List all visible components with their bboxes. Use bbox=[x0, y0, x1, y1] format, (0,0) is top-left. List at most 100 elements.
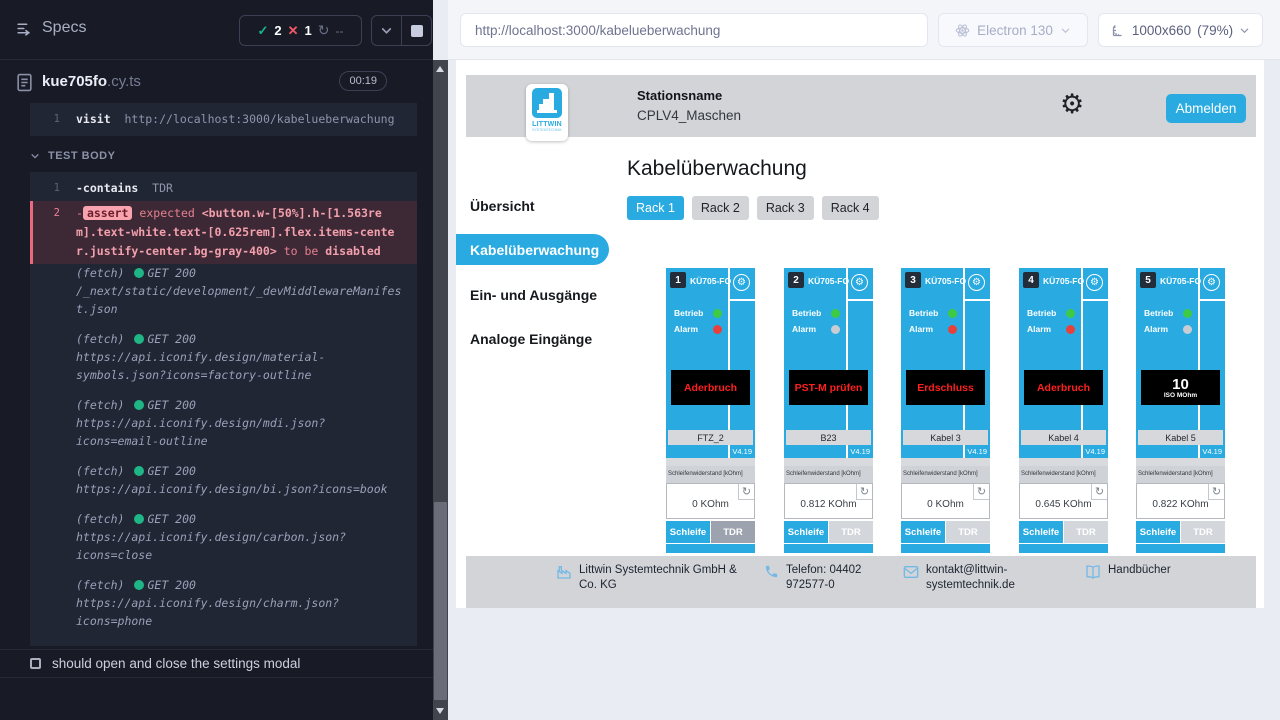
passed-icon: ✓ bbox=[257, 23, 268, 39]
specs-button[interactable]: Specs bbox=[16, 19, 86, 37]
betrieb-led bbox=[713, 309, 722, 318]
fetch-log-row[interactable]: (fetch)GET 200https://api.iconify.design… bbox=[30, 510, 417, 564]
refresh-icon[interactable]: ↻ bbox=[973, 484, 989, 500]
module-gear-icon[interactable]: ⚙ bbox=[1086, 274, 1103, 291]
module-number: 5 bbox=[1140, 272, 1156, 288]
phone-icon bbox=[764, 564, 779, 579]
runner-topbar: http://localhost:3000/kabelueberwachung … bbox=[448, 0, 1280, 60]
test-body-section[interactable]: TEST BODY bbox=[30, 150, 433, 162]
command-visit[interactable]: 1 visit http://localhost:3000/kabelueber… bbox=[30, 107, 417, 132]
logout-button[interactable]: Abmelden bbox=[1166, 94, 1246, 123]
footer-manuals[interactable]: Handbücher bbox=[1085, 563, 1171, 580]
tab-rack-1[interactable]: Rack 1 bbox=[627, 196, 684, 220]
sidebar-item-ein-und-ausgaenge[interactable]: Ein- und Ausgänge bbox=[470, 287, 597, 303]
module-gear-icon[interactable]: ⚙ bbox=[851, 274, 868, 291]
scrollbar-thumb[interactable] bbox=[434, 502, 447, 700]
resistance-value: 0 KOhm bbox=[902, 499, 989, 510]
viewport-size-label: 1000x660 bbox=[1132, 23, 1191, 38]
sidebar-item-analoge-eingaenge[interactable]: Analoge Eingänge bbox=[470, 331, 592, 347]
alarm-display: PST-M prüfen bbox=[789, 370, 868, 405]
fetch-log-row[interactable]: (fetch)GET 200https://api.iconify.design… bbox=[30, 396, 417, 450]
collapse-button[interactable] bbox=[372, 16, 401, 45]
status-dot-icon bbox=[134, 268, 144, 278]
status-dot-icon bbox=[134, 466, 144, 476]
firmware-version: V4.19 bbox=[1202, 447, 1222, 456]
stop-button[interactable] bbox=[401, 16, 431, 45]
tdr-button[interactable]: TDR bbox=[829, 521, 873, 543]
tdr-button[interactable]: TDR bbox=[1064, 521, 1108, 543]
pending-icon: ↻ bbox=[318, 22, 330, 39]
footer-company: Littwin Systemtechnik GmbH & Co. KG bbox=[556, 563, 746, 593]
tdr-button[interactable]: TDR bbox=[946, 521, 990, 543]
fetch-log-row[interactable]: (fetch)GET 200/_next/static/development/… bbox=[30, 264, 417, 318]
module-card-4: 4 KÜ705-FO ⚙ Betrieb Alarm Aderbruch Kab… bbox=[1019, 268, 1108, 553]
cable-name: B23 bbox=[786, 430, 871, 445]
station-name: CPLV4_Maschen bbox=[637, 108, 741, 123]
resistance-readout: ↻ 0 KOhm bbox=[901, 483, 990, 519]
pending-test-row[interactable]: should open and close the settings modal bbox=[0, 649, 433, 678]
schleife-button[interactable]: Schleife bbox=[901, 521, 945, 543]
module-title: KÜ705-FO bbox=[1160, 276, 1201, 286]
fetch-url: https://api.iconify.design/carbon.json?i… bbox=[76, 530, 346, 562]
status-dot-icon bbox=[134, 514, 144, 524]
spec-row[interactable]: kue705fo.cy.ts 00:19 bbox=[0, 60, 433, 103]
tab-rack-4[interactable]: Rack 4 bbox=[822, 196, 879, 220]
tdr-button[interactable]: TDR bbox=[711, 521, 755, 543]
refresh-icon[interactable]: ↻ bbox=[1091, 484, 1107, 500]
assert-message: -assert expected <button.w-[50%].h-[1.56… bbox=[76, 204, 402, 261]
module-card-2: 2 KÜ705-FO ⚙ Betrieb Alarm PST-M prüfen … bbox=[784, 268, 873, 553]
schleife-button[interactable]: Schleife bbox=[666, 521, 710, 543]
refresh-icon[interactable]: ↻ bbox=[1208, 484, 1224, 500]
module-gear-icon[interactable]: ⚙ bbox=[733, 274, 750, 291]
fetch-status: GET 200 bbox=[147, 512, 195, 526]
sidebar-item-uebersicht[interactable]: Übersicht bbox=[470, 198, 535, 214]
chevron-down-icon bbox=[380, 24, 393, 37]
footer-email[interactable]: kontakt@littwin-systemtechnik.de bbox=[903, 563, 1043, 593]
module-gear-icon[interactable]: ⚙ bbox=[1203, 274, 1220, 291]
fetch-url: https://api.iconify.design/mdi.json?icon… bbox=[76, 416, 325, 448]
alarm-display: Aderbruch bbox=[1024, 370, 1103, 405]
refresh-icon[interactable]: ↻ bbox=[738, 484, 754, 500]
rack-tabs: Rack 1 Rack 2 Rack 3 Rack 4 bbox=[627, 196, 879, 220]
betrieb-label: Betrieb bbox=[674, 308, 703, 318]
scroll-up-icon[interactable] bbox=[436, 66, 444, 72]
status-dot-icon bbox=[134, 580, 144, 590]
command-contains[interactable]: 1 -contains TDR bbox=[30, 176, 417, 201]
firmware-version: V4.19 bbox=[732, 447, 752, 456]
tdr-button[interactable]: TDR bbox=[1181, 521, 1225, 543]
reporter-scrollbar[interactable] bbox=[433, 60, 448, 720]
cable-name: FTZ_2 bbox=[668, 430, 753, 445]
email-icon bbox=[903, 564, 919, 580]
scroll-down-icon[interactable] bbox=[436, 708, 444, 714]
fetch-log-row[interactable]: (fetch)GET 200https://api.iconify.design… bbox=[30, 462, 417, 498]
assert-expected: expected bbox=[139, 206, 194, 220]
resistance-value: 0.822 KOhm bbox=[1137, 499, 1224, 510]
alarm-led bbox=[713, 325, 722, 334]
command-group-before: 1 visit http://localhost:3000/kabelueber… bbox=[30, 103, 417, 136]
module-gear-icon[interactable]: ⚙ bbox=[968, 274, 985, 291]
app-header: Stationsname CPLV4_Maschen ⚙ Abmelden bbox=[466, 75, 1256, 137]
tab-rack-2[interactable]: Rack 2 bbox=[692, 196, 749, 220]
sidebar-item-kabelueberwachung[interactable]: Kabelüberwachung bbox=[456, 234, 609, 265]
browser-select[interactable]: Electron 130 bbox=[938, 13, 1088, 47]
module-front: 3 KÜ705-FO ⚙ Betrieb Alarm Erdschluss Ka… bbox=[901, 268, 990, 458]
schleife-button[interactable]: Schleife bbox=[1136, 521, 1180, 543]
passed-count: 2 bbox=[274, 23, 281, 38]
tab-rack-3[interactable]: Rack 3 bbox=[757, 196, 814, 220]
command-assert-failed[interactable]: 2 -assert expected <button.w-[50%].h-[1.… bbox=[30, 201, 417, 264]
schleife-button[interactable]: Schleife bbox=[784, 521, 828, 543]
module-front: 4 KÜ705-FO ⚙ Betrieb Alarm Aderbruch Kab… bbox=[1019, 268, 1108, 458]
settings-gear-icon[interactable]: ⚙ bbox=[1060, 91, 1084, 118]
module-number: 2 bbox=[788, 272, 804, 288]
viewport-select[interactable]: 1000x660 (79%) bbox=[1098, 13, 1263, 47]
url-bar[interactable]: http://localhost:3000/kabelueberwachung bbox=[460, 13, 928, 47]
fetch-log-row[interactable]: (fetch)GET 200https://api.iconify.design… bbox=[30, 576, 417, 630]
command-name: visit bbox=[76, 112, 111, 126]
assert-state: disabled bbox=[325, 244, 380, 258]
runner-controls bbox=[371, 15, 432, 46]
firmware-version: V4.19 bbox=[967, 447, 987, 456]
schleife-button[interactable]: Schleife bbox=[1019, 521, 1063, 543]
module-card-5: 5 KÜ705-FO ⚙ Betrieb Alarm 10 ISO MOhm K… bbox=[1136, 268, 1225, 553]
fetch-log-row[interactable]: (fetch)GET 200https://api.iconify.design… bbox=[30, 330, 417, 384]
refresh-icon[interactable]: ↻ bbox=[856, 484, 872, 500]
